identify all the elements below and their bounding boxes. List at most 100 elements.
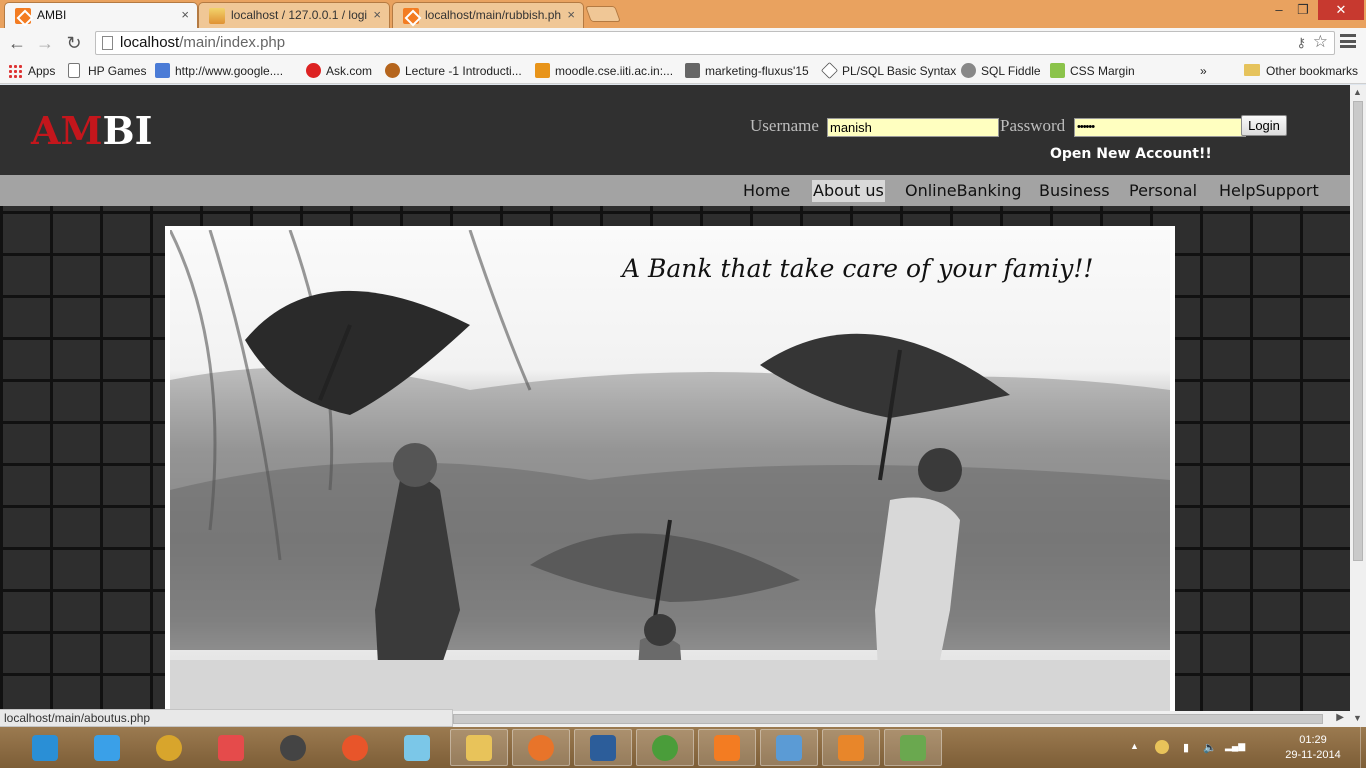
new-tab-button[interactable] [585, 6, 621, 22]
other-bookmarks[interactable]: Other bookmarks [1246, 63, 1358, 79]
close-window-button[interactable]: ✕ [1318, 0, 1364, 20]
sqlfiddle-icon [961, 63, 976, 78]
nav-about-us[interactable]: About us [812, 180, 885, 202]
tab-close-icon[interactable]: × [181, 3, 189, 27]
site-header: AMBI Username manish Password •••••• Log… [0, 85, 1350, 175]
login-button[interactable]: Login [1241, 115, 1287, 136]
reload-button[interactable]: ↻ [63, 32, 85, 54]
username-input[interactable]: manish [827, 118, 999, 137]
tab-title: localhost / 127.0.0.1 / logi [231, 8, 368, 22]
xampp-favicon-icon [15, 8, 31, 24]
scroll-right-arrow-icon[interactable]: ▶ [1336, 712, 1344, 723]
taskbar-firefox[interactable] [512, 729, 570, 766]
minimize-button[interactable]: – [1266, 0, 1292, 20]
nav-online-banking[interactable]: OnlineBanking [904, 180, 1023, 202]
chrome-icon [652, 734, 678, 761]
forward-button[interactable]: → [34, 32, 56, 54]
taskbar-hp-app[interactable] [264, 729, 322, 766]
nav-home[interactable]: Home [742, 180, 791, 202]
bookmark-plsql[interactable]: PL/SQL Basic Syntax [821, 62, 956, 79]
puzzle-app-icon [218, 734, 244, 761]
update-icon[interactable] [1155, 740, 1169, 754]
vertical-scrollbar[interactable]: ▲ ▼ [1350, 85, 1366, 727]
password-input[interactable]: •••••• [1074, 118, 1246, 137]
bookmark-ask[interactable]: Ask.com [306, 63, 372, 79]
clock-date: 29-11-2014 [1285, 749, 1341, 761]
browser-toolbar: ← → ↻ localhost/main/index.php ⚷ ☆ [0, 28, 1366, 58]
tab-close-icon[interactable]: × [567, 3, 575, 27]
address-bar[interactable]: localhost/main/index.php ⚷ ☆ [95, 31, 1335, 55]
signal-icon[interactable]: ▂▄▆ [1225, 741, 1245, 752]
banner-frame: A Bank that take care of your famiy!! [165, 226, 1175, 711]
scroll-up-arrow-icon[interactable]: ▲ [1353, 87, 1362, 97]
apps-grid-icon [8, 64, 22, 78]
browser-orb-icon [342, 734, 368, 761]
control-panel-icon [776, 734, 802, 761]
file-explorer-icon [466, 734, 492, 761]
page-icon [68, 63, 80, 78]
tab-ambi[interactable]: AMBI × [4, 2, 198, 28]
tab-rubbish[interactable]: localhost/main/rubbish.ph × [392, 2, 584, 28]
vertical-scroll-thumb[interactable] [1353, 101, 1363, 561]
username-label: Username [750, 116, 819, 135]
marketing-icon [685, 63, 700, 78]
taskbar-pdf-app[interactable] [822, 729, 880, 766]
scroll-down-arrow-icon[interactable]: ▼ [1353, 713, 1362, 723]
banner-illustration [170, 230, 1170, 711]
tab-phpmyadmin[interactable]: localhost / 127.0.0.1 / logi × [198, 2, 390, 28]
taskbar-clock[interactable]: 01:29 29-11-2014 [1280, 733, 1346, 763]
editor-app-icon [900, 734, 926, 761]
bookmark-star-icon[interactable]: ☆ [1313, 32, 1328, 52]
main-nav: Home About us OnlineBanking Business Per… [0, 175, 1350, 206]
back-button[interactable]: ← [6, 32, 28, 54]
nav-business[interactable]: Business [1038, 180, 1111, 202]
taskbar-control-panel[interactable] [760, 729, 818, 766]
lecture-icon [385, 63, 400, 78]
firefox-icon [528, 734, 554, 761]
key-icon[interactable]: ⚷ [1296, 35, 1306, 51]
tab-title: AMBI [37, 8, 67, 22]
taskbar-browser-orb[interactable] [326, 729, 384, 766]
bookmarks-overflow-button[interactable]: » [1200, 63, 1207, 79]
bookmark-hp-games[interactable]: HP Games [68, 63, 146, 79]
bookmark-sql-fiddle[interactable]: SQL Fiddle [961, 63, 1041, 79]
tab-strip: AMBI × localhost / 127.0.0.1 / logi × lo… [0, 0, 1366, 28]
bookmark-apps[interactable]: Apps [8, 63, 55, 79]
open-account-link[interactable]: Open New Account!! [1050, 146, 1212, 162]
show-desktop-button[interactable] [1360, 727, 1366, 768]
taskbar-notes-app[interactable] [388, 729, 446, 766]
ask-icon [306, 63, 321, 78]
taskbar-editor-app[interactable] [884, 729, 942, 766]
page-viewport: AMBI Username manish Password •••••• Log… [0, 85, 1350, 711]
horizontal-scroll-thumb[interactable] [453, 714, 1323, 724]
tray-expand-icon[interactable]: ▲ [1130, 741, 1139, 751]
maximize-button[interactable]: ❐ [1290, 0, 1316, 20]
nav-help-support[interactable]: HelpSupport [1218, 180, 1320, 202]
bookmark-marketing[interactable]: marketing-fluxus'15 [685, 63, 809, 79]
system-tray: ▲ ▮ 🔈 ▂▄▆ [1125, 727, 1275, 768]
tab-close-icon[interactable]: × [373, 3, 381, 27]
volume-icon[interactable]: 🔈 [1203, 741, 1217, 754]
battery-icon[interactable]: ▮ [1183, 741, 1189, 754]
taskbar-internet-explorer[interactable] [16, 729, 74, 766]
address-url[interactable]: localhost/main/index.php [120, 34, 285, 51]
taskbar-rocket-launcher[interactable] [78, 729, 136, 766]
xampp-favicon-icon [403, 8, 419, 24]
network-app-icon [590, 734, 616, 761]
bookmark-moodle[interactable]: moodle.cse.iiti.ac.in:... [535, 63, 673, 79]
taskbar-media-player[interactable] [140, 729, 198, 766]
taskbar-file-explorer[interactable] [450, 729, 508, 766]
taskbar-xampp[interactable] [698, 729, 756, 766]
nav-personal[interactable]: Personal [1128, 180, 1198, 202]
password-label: Password [1000, 116, 1066, 135]
bookmark-css-margin[interactable]: CSS Margin [1050, 63, 1135, 79]
site-logo[interactable]: AMBI [31, 109, 152, 153]
google-icon [155, 63, 170, 78]
taskbar-chrome[interactable] [636, 729, 694, 766]
chrome-menu-icon[interactable] [1340, 34, 1356, 48]
bookmark-google[interactable]: http://www.google.... [155, 63, 283, 79]
bookmark-lecture[interactable]: Lecture -1 Introducti... [385, 63, 522, 79]
tab-title: localhost/main/rubbish.ph [425, 8, 562, 22]
taskbar-puzzle-app[interactable] [202, 729, 260, 766]
taskbar-network-app[interactable] [574, 729, 632, 766]
